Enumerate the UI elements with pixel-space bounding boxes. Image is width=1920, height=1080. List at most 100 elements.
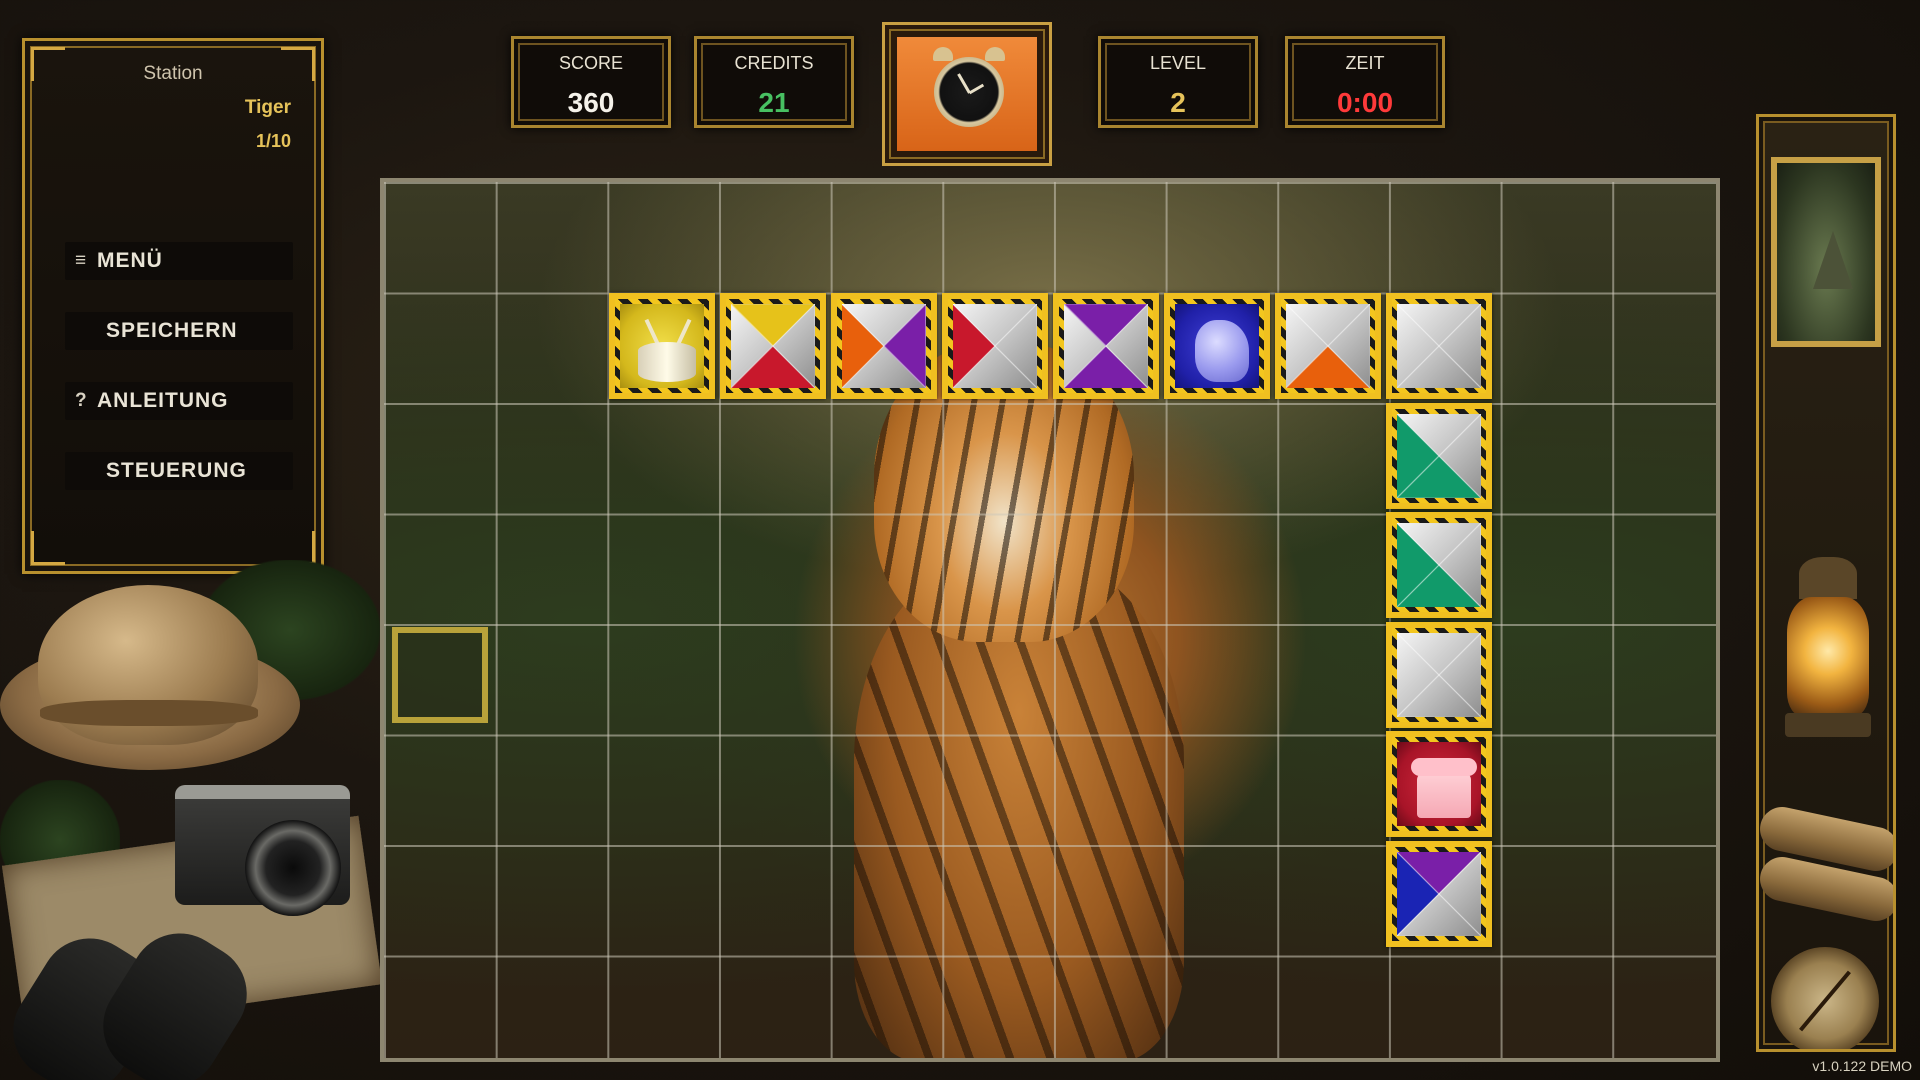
tile-face bbox=[1285, 304, 1370, 389]
tile-triangle-bottom bbox=[1285, 346, 1370, 389]
tile-triangle-top bbox=[1396, 523, 1481, 566]
tile-triangle-bottom bbox=[1396, 565, 1481, 608]
level-box: LEVEL 2 bbox=[1098, 36, 1258, 128]
tile-triangle-left bbox=[730, 304, 773, 389]
tile-face bbox=[1063, 304, 1148, 389]
tile-triangle-bottom bbox=[952, 346, 1037, 389]
tile-face bbox=[1396, 742, 1481, 827]
menu-icon: ≡ bbox=[75, 250, 88, 271]
alarm-bell bbox=[985, 47, 1005, 61]
tile-triangle-left bbox=[1396, 304, 1439, 389]
save-button-label: SPEICHERN bbox=[106, 319, 238, 342]
level-value: 2 bbox=[1170, 87, 1186, 118]
telephone-tile[interactable] bbox=[1385, 731, 1492, 838]
tile-triangle-bottom bbox=[1396, 455, 1481, 498]
tile-face bbox=[841, 304, 926, 389]
tile-face bbox=[730, 304, 815, 389]
lantern-base-decor bbox=[1785, 713, 1871, 737]
board-grid bbox=[384, 182, 1716, 1058]
tile-triangle-right bbox=[1438, 851, 1481, 936]
decor-panel-right bbox=[1756, 114, 1896, 1052]
tile-triangle-top bbox=[1285, 304, 1370, 347]
tile-triangle-top bbox=[841, 304, 926, 347]
controls-button[interactable]: STEUERUNG bbox=[65, 452, 293, 490]
clock-hand bbox=[968, 83, 985, 95]
tile-face bbox=[1396, 523, 1481, 608]
tile-triangle-right bbox=[1327, 304, 1370, 389]
tile-face bbox=[952, 304, 1037, 389]
tile-triangle-bottom bbox=[841, 346, 926, 389]
compass-decor bbox=[1771, 947, 1879, 1049]
color-tile[interactable] bbox=[830, 293, 937, 400]
instructions-button[interactable]: ? ANLEITUNG bbox=[65, 382, 293, 420]
tile-triangle-bottom bbox=[1396, 893, 1481, 936]
alarm-bell bbox=[933, 47, 953, 61]
pith-helmet-band-decor bbox=[40, 700, 258, 726]
level-label: LEVEL bbox=[1149, 53, 1207, 73]
tile-triangle-bottom bbox=[1396, 674, 1481, 717]
menu-button-label: MENÜ bbox=[97, 249, 163, 272]
camera-lens-decor bbox=[245, 820, 341, 916]
lantern-glow-decor bbox=[1787, 597, 1869, 717]
tile-triangle-top bbox=[1396, 413, 1481, 456]
help-icon: ? bbox=[75, 390, 88, 411]
tile-triangle-left bbox=[1396, 413, 1439, 498]
color-tile[interactable] bbox=[719, 293, 826, 400]
tile-triangle-top bbox=[1396, 851, 1481, 894]
time-value: 0:00 bbox=[1336, 87, 1394, 118]
drum-tile[interactable] bbox=[608, 293, 715, 400]
credits-label: CREDITS bbox=[734, 53, 814, 73]
menu-button[interactable]: ≡ MENÜ bbox=[65, 242, 293, 280]
instructions-button-label: ANLEITUNG bbox=[97, 389, 229, 412]
tile-face bbox=[1174, 304, 1259, 389]
score-label: SCORE bbox=[558, 53, 623, 73]
frame-corner bbox=[31, 531, 65, 565]
color-tile[interactable] bbox=[941, 293, 1048, 400]
tile-triangle-left bbox=[1396, 523, 1439, 608]
tile-triangle-top bbox=[1396, 304, 1481, 347]
game-board[interactable] bbox=[380, 178, 1720, 1062]
tile-face bbox=[1396, 304, 1481, 389]
save-button[interactable]: SPEICHERN bbox=[65, 312, 293, 350]
color-tile[interactable] bbox=[1385, 293, 1492, 400]
drum-icon bbox=[637, 342, 696, 383]
time-box: ZEIT 0:00 bbox=[1285, 36, 1445, 128]
tile-face bbox=[619, 304, 704, 389]
tile-face bbox=[1396, 632, 1481, 717]
next-tile bbox=[897, 37, 1037, 151]
lantern-decor bbox=[1799, 557, 1857, 599]
tile-triangle-left bbox=[1285, 304, 1328, 389]
tile-face bbox=[1396, 413, 1481, 498]
color-tile[interactable] bbox=[1385, 621, 1492, 728]
tile-triangle-bottom bbox=[730, 346, 815, 389]
color-tile[interactable] bbox=[1052, 293, 1159, 400]
tile-triangle-right bbox=[772, 304, 815, 389]
temple-picture-frame bbox=[1771, 157, 1881, 347]
tile-triangle-right bbox=[883, 304, 926, 389]
station-progress: 1/10 bbox=[255, 131, 291, 151]
tile-triangle-left bbox=[841, 304, 884, 389]
telephone-icon bbox=[1416, 772, 1471, 819]
tile-face bbox=[1396, 851, 1481, 936]
tile-triangle-right bbox=[1105, 304, 1148, 389]
tile-triangle-left bbox=[1063, 304, 1106, 389]
tile-triangle-top bbox=[952, 304, 1037, 347]
tile-triangle-right bbox=[1438, 413, 1481, 498]
controls-button-label: STEUERUNG bbox=[106, 459, 247, 482]
tile-triangle-bottom bbox=[1063, 346, 1148, 389]
tile-triangle-top bbox=[1063, 304, 1148, 347]
tile-triangle-left bbox=[952, 304, 995, 389]
color-tile[interactable] bbox=[1385, 840, 1492, 947]
telephone-handset bbox=[1410, 758, 1477, 777]
credits-value: 21 bbox=[758, 87, 790, 118]
color-tile[interactable] bbox=[1274, 293, 1381, 400]
figure-tile[interactable] bbox=[1163, 293, 1270, 400]
score-value: 360 bbox=[567, 87, 615, 118]
placement-cursor[interactable] bbox=[391, 626, 488, 723]
station-label: Station bbox=[143, 63, 203, 84]
tile-triangle-left bbox=[1396, 632, 1439, 717]
tile-triangle-right bbox=[1438, 304, 1481, 389]
color-tile[interactable] bbox=[1385, 512, 1492, 619]
color-tile[interactable] bbox=[1385, 402, 1492, 509]
figure-icon bbox=[1194, 320, 1249, 383]
